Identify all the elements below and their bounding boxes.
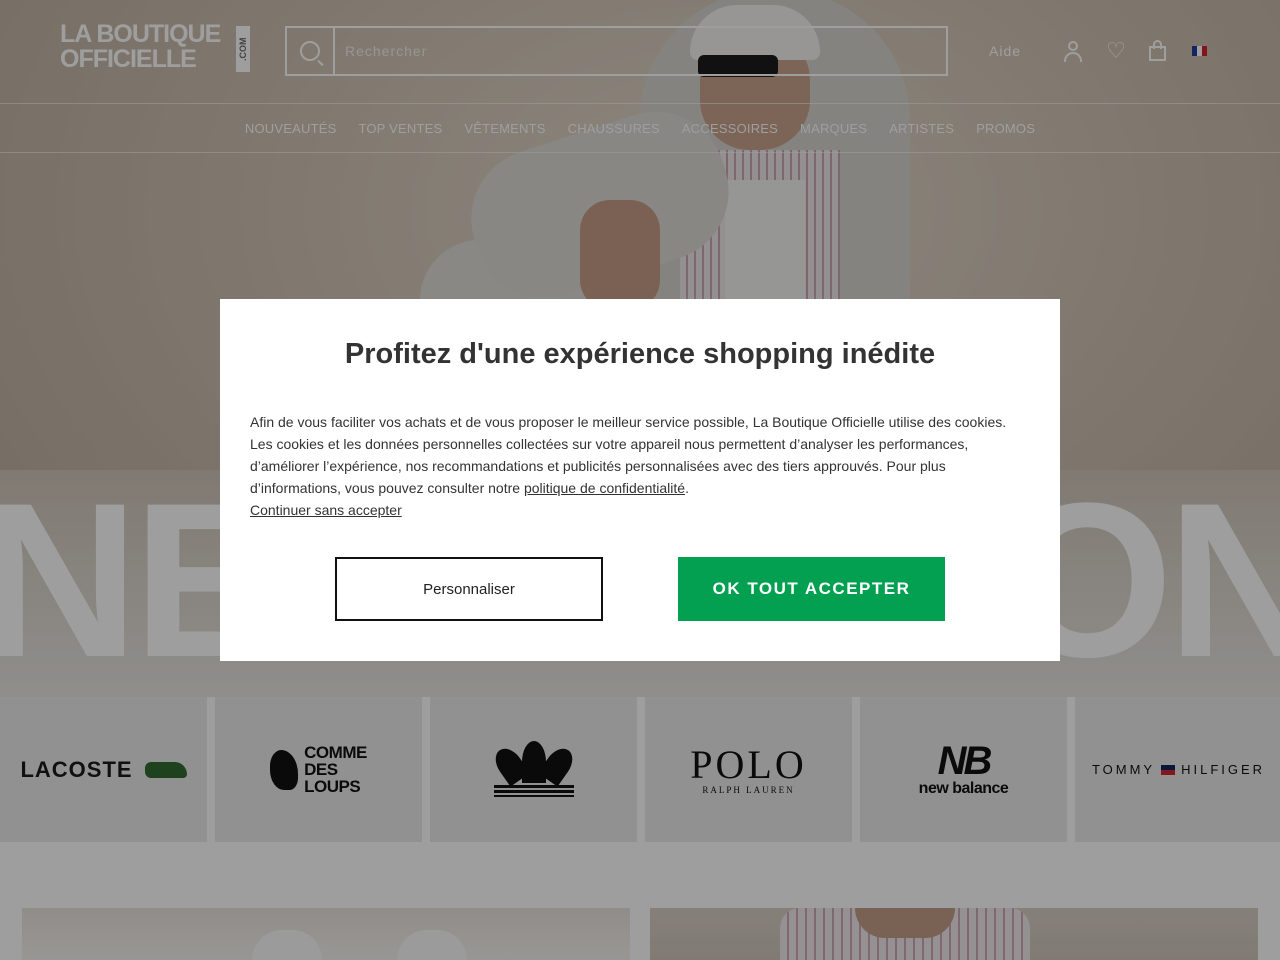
consent-body: Afin de vous faciliter vos achats et de … (250, 411, 1030, 521)
consent-title: Profitez d'une expérience shopping inédi… (344, 338, 936, 370)
continue-without-accepting-link[interactable]: Continuer sans accepter (250, 502, 402, 518)
customize-button[interactable]: Personnaliser (335, 557, 603, 621)
privacy-policy-link[interactable]: politique de confidentialité (524, 480, 685, 496)
accept-all-button[interactable]: OK TOUT ACCEPTER (678, 557, 945, 621)
consent-body-period: . (685, 480, 689, 496)
cookie-consent-modal: Profitez d'une expérience shopping inédi… (220, 299, 1060, 661)
consent-actions: Personnaliser OK TOUT ACCEPTER (220, 557, 1060, 621)
